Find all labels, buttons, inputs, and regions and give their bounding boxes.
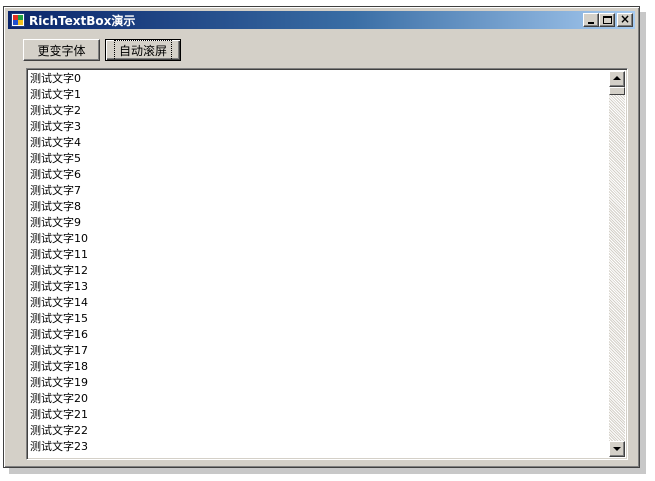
- title-bar[interactable]: RichTextBox演示 ×: [8, 11, 635, 29]
- scroll-up-icon: [613, 76, 621, 80]
- text-lines: 测试文字0 测试文字1 测试文字2 测试文字3 测试文字4 测试文字5 测试文字6 测试文字7…: [30, 71, 88, 455]
- text-line: 测试文字3: [30, 120, 81, 133]
- text-line: 测试文字1: [30, 88, 81, 101]
- text-line: 测试文字11: [30, 248, 88, 261]
- window-shadow-bottom: [9, 468, 646, 474]
- text-line: 测试文字8: [30, 200, 81, 213]
- change-font-button[interactable]: 更变字体: [23, 39, 100, 61]
- text-line: 测试文字16: [30, 328, 88, 341]
- minimize-button[interactable]: [583, 13, 599, 27]
- maximize-button[interactable]: [599, 13, 615, 27]
- text-line: 测试文字14: [30, 296, 88, 309]
- scroll-thumb[interactable]: [609, 87, 625, 95]
- vertical-scrollbar[interactable]: [609, 71, 625, 457]
- text-line: 测试文字23: [30, 440, 88, 453]
- minimize-icon: [588, 22, 594, 24]
- text-line: 测试文字17: [30, 344, 88, 357]
- maximize-icon: [603, 16, 612, 24]
- text-line: 测试文字2: [30, 104, 81, 117]
- text-line: 测试文字7: [30, 184, 81, 197]
- text-line: 测试文字21: [30, 408, 88, 421]
- app-icon[interactable]: [11, 13, 25, 27]
- text-line: 测试文字10: [30, 232, 88, 245]
- text-line: 测试文字12: [30, 264, 88, 277]
- scroll-down-button[interactable]: [609, 441, 625, 457]
- text-line: 测试文字0: [30, 72, 81, 85]
- scroll-up-button[interactable]: [609, 71, 625, 87]
- text-line: 测试文字18: [30, 360, 88, 373]
- text-line: 测试文字5: [30, 152, 81, 165]
- close-button[interactable]: ×: [617, 12, 633, 27]
- text-line: 测试文字4: [30, 136, 81, 149]
- auto-scroll-label: 自动滚屏: [113, 39, 172, 61]
- close-icon: ×: [619, 12, 631, 26]
- scroll-track[interactable]: [609, 95, 625, 441]
- text-line: 测试文字9: [30, 216, 81, 229]
- rich-text-box[interactable]: 测试文字0 测试文字1 测试文字2 测试文字3 测试文字4 测试文字5 测试文字6 测试文字7…: [26, 68, 628, 460]
- text-line: 测试文字13: [30, 280, 88, 293]
- text-line: 测试文字19: [30, 376, 88, 389]
- scroll-down-icon: [613, 447, 621, 451]
- text-line: 测试文字6: [30, 168, 81, 181]
- text-line: 测试文字20: [30, 392, 88, 405]
- window-title: RichTextBox演示: [29, 13, 136, 28]
- text-line: 测试文字22: [30, 424, 88, 437]
- main-window: RichTextBox演示 × 更变字体 自动滚屏 测试文字0 测试文字1 测试文字…: [3, 6, 640, 468]
- text-line: 测试文字15: [30, 312, 88, 325]
- auto-scroll-button[interactable]: 自动滚屏: [105, 39, 181, 61]
- change-font-label: 更变字体: [37, 43, 86, 58]
- caption-buttons: ×: [583, 12, 633, 27]
- window-shadow-right: [640, 12, 646, 472]
